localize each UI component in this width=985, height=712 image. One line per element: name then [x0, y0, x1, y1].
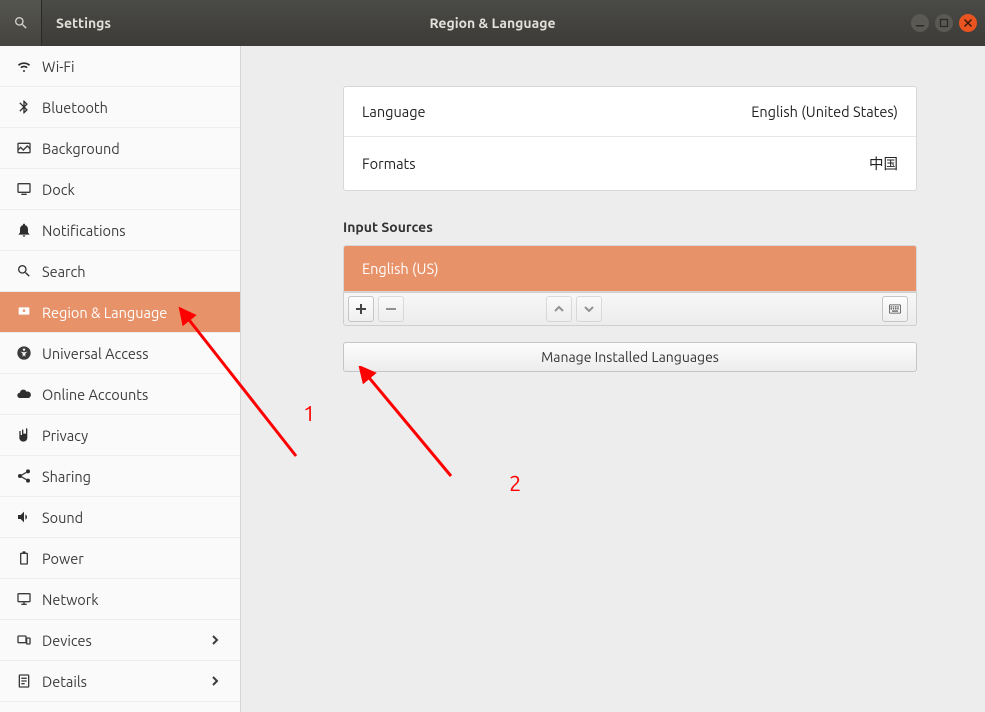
search-button[interactable] [0, 0, 42, 46]
sidebar-item-dock[interactable]: Dock [0, 169, 240, 210]
sidebar-item-label: Universal Access [42, 345, 224, 362]
plus-icon [355, 303, 367, 315]
sidebar-item-universal[interactable]: Universal Access [0, 333, 240, 374]
sidebar: Wi-Fi Bluetooth Background Dock Notifica… [0, 46, 241, 712]
close-icon [963, 18, 973, 28]
background-icon [16, 140, 42, 156]
sidebar-item-label: Dock [42, 181, 224, 198]
sidebar-item-online[interactable]: Online Accounts [0, 374, 240, 415]
annotation-number-2: 2 [509, 471, 521, 496]
main-content: Language English (United States) Formats… [241, 46, 985, 712]
bluetooth-icon [16, 99, 42, 115]
chevron-right-icon [206, 635, 224, 645]
sidebar-item-sound[interactable]: Sound [0, 497, 240, 538]
language-label: Language [362, 103, 426, 120]
chevron-right-icon [206, 676, 224, 686]
sidebar-item-notifications[interactable]: Notifications [0, 210, 240, 251]
sidebar-item-label: Online Accounts [42, 386, 224, 403]
close-button[interactable] [959, 14, 977, 32]
sidebar-item-privacy[interactable]: Privacy [0, 415, 240, 456]
sidebar-item-label: Power [42, 550, 224, 567]
bell-icon [16, 222, 42, 238]
minimize-button[interactable] [911, 14, 929, 32]
dock-icon [16, 181, 42, 197]
sidebar-item-network[interactable]: Network [0, 579, 240, 620]
sidebar-item-label: Region & Language [42, 304, 224, 321]
remove-source-button[interactable] [378, 296, 404, 322]
keyboard-layout-button[interactable] [882, 296, 908, 322]
sidebar-item-label: Sound [42, 509, 224, 526]
maximize-icon [939, 18, 949, 28]
keyboard-icon [889, 303, 901, 315]
sidebar-item-region[interactable]: Region & Language [0, 292, 240, 333]
cloud-icon [16, 386, 42, 402]
formats-label: Formats [362, 155, 416, 172]
search-icon [13, 15, 29, 31]
sidebar-item-label: Privacy [42, 427, 224, 444]
input-source-label: English (US) [362, 260, 439, 277]
sidebar-item-label: Background [42, 140, 224, 157]
sidebar-item-bluetooth[interactable]: Bluetooth [0, 87, 240, 128]
sidebar-item-devices[interactable]: Devices [0, 620, 240, 661]
language-value: English (United States) [751, 103, 898, 120]
devices-icon [16, 632, 42, 648]
sidebar-item-power[interactable]: Power [0, 538, 240, 579]
sidebar-item-search[interactable]: Search [0, 251, 240, 292]
hand-icon [16, 427, 42, 443]
move-down-button[interactable] [576, 296, 602, 322]
sidebar-item-label: Network [42, 591, 224, 608]
add-source-button[interactable] [348, 296, 374, 322]
chevron-up-icon [553, 303, 565, 315]
power-icon [16, 550, 42, 566]
maximize-button[interactable] [935, 14, 953, 32]
sidebar-item-wifi[interactable]: Wi-Fi [0, 46, 240, 87]
sidebar-item-label: Details [42, 673, 206, 690]
minimize-icon [915, 18, 925, 28]
input-sources-toolbar [343, 292, 917, 326]
search-icon [16, 263, 42, 279]
manage-languages-button[interactable]: Manage Installed Languages [343, 342, 917, 372]
accessibility-icon [16, 345, 42, 361]
wifi-icon [16, 58, 42, 74]
window-controls [911, 0, 977, 46]
annotation-number-1: 1 [303, 401, 315, 426]
annotation-arrow-2 [351, 366, 461, 486]
share-icon [16, 468, 42, 484]
minus-icon [385, 303, 397, 315]
titlebar: Settings Region & Language [0, 0, 985, 46]
move-up-button[interactable] [546, 296, 572, 322]
sidebar-item-label: Bluetooth [42, 99, 224, 116]
input-sources-list: English (US) [343, 245, 917, 292]
sidebar-item-label: Devices [42, 632, 206, 649]
formats-value: 中国 [869, 153, 898, 174]
sidebar-item-label: Search [42, 263, 224, 280]
sidebar-item-label: Notifications [42, 222, 224, 239]
details-icon [16, 673, 42, 689]
sidebar-item-details[interactable]: Details [0, 661, 240, 702]
sidebar-item-background[interactable]: Background [0, 128, 240, 169]
app-title: Settings [42, 15, 240, 31]
language-row[interactable]: Language English (United States) [344, 87, 916, 136]
chevron-down-icon [583, 303, 595, 315]
sidebar-item-label: Sharing [42, 468, 224, 485]
speaker-icon [16, 509, 42, 525]
input-source-item[interactable]: English (US) [344, 246, 916, 291]
input-sources-heading: Input Sources [343, 219, 917, 235]
sidebar-item-sharing[interactable]: Sharing [0, 456, 240, 497]
flag-icon [16, 304, 42, 320]
sidebar-item-label: Wi-Fi [42, 58, 224, 75]
manage-languages-label: Manage Installed Languages [541, 349, 719, 365]
language-formats-card: Language English (United States) Formats… [343, 86, 917, 191]
formats-row[interactable]: Formats 中国 [344, 136, 916, 190]
network-icon [16, 591, 42, 607]
